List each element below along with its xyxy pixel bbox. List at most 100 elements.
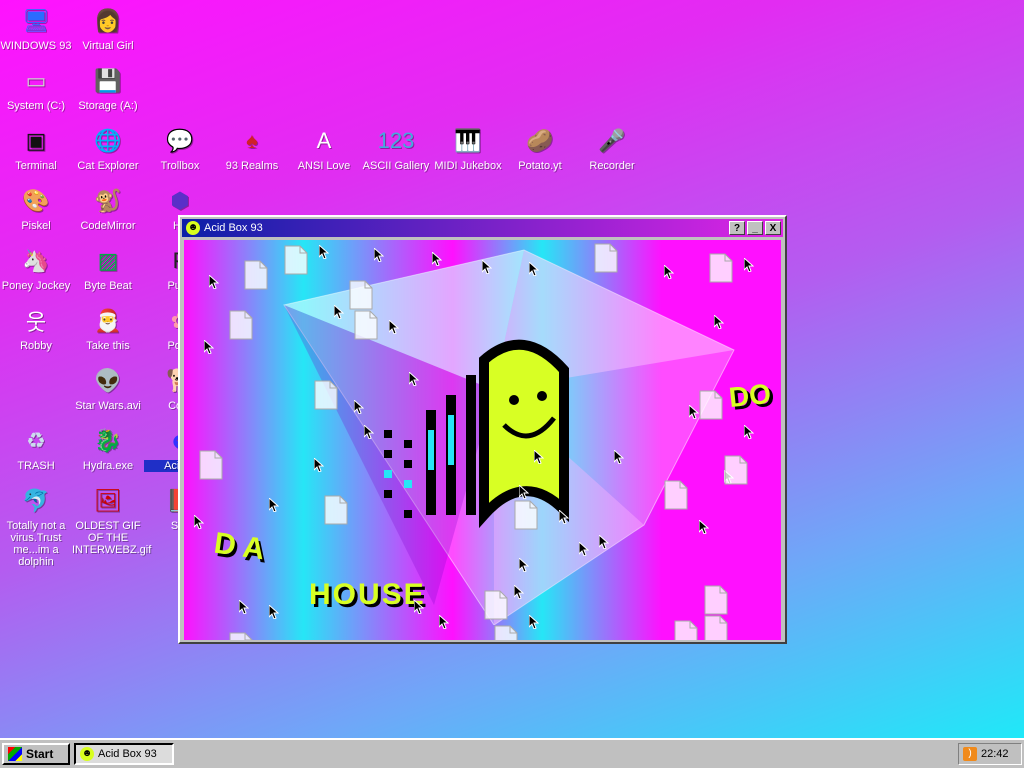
desktop-icon[interactable]: 🎹 MIDI Jukebox (432, 124, 504, 172)
hydra-icon: 🐉 (94, 428, 122, 453)
cursor-icon (432, 252, 442, 266)
taskbar-item-acid-box[interactable]: ☻ Acid Box 93 (74, 743, 174, 765)
windows-flag-logo (384, 339, 569, 529)
desktop-icon[interactable]: ▭ System (C:) (0, 64, 72, 112)
desktop-icon[interactable]: ♠ 93 Realms (216, 124, 288, 172)
cursor-icon (209, 275, 219, 289)
desktop-icon-label: CodeMirror (80, 220, 136, 232)
minimize-button[interactable]: _ (747, 221, 763, 235)
cursor-icon (664, 265, 674, 279)
desktop-icon[interactable]: 🎅 Take this (72, 304, 144, 352)
cursor-icon (239, 600, 249, 614)
cursor-icon (529, 615, 539, 629)
potato-icon: 🥔 (526, 128, 554, 153)
desktop-icon[interactable]: 🌐 Cat Explorer (72, 124, 144, 172)
document-icon (664, 480, 688, 510)
desktop-icon-label: MIDI Jukebox (434, 160, 502, 172)
cursor-icon (519, 558, 529, 572)
cursor-icon (579, 542, 589, 556)
rss-icon[interactable]: ) (963, 747, 977, 761)
desktop-icon[interactable]: 웃 Robby (0, 304, 72, 352)
window-title: Acid Box 93 (204, 222, 263, 234)
desktop-icon[interactable]: A ANSI Love (288, 124, 360, 172)
desktop-icon-label: Storage (A:) (78, 100, 138, 112)
desktop-icon[interactable]: 123 ASCII Gallery (360, 124, 432, 172)
ansi-icon: A (316, 128, 332, 153)
document-icon (704, 615, 728, 640)
dolphin-icon: 🐬 (22, 488, 50, 513)
art-text-do: DO (727, 377, 773, 414)
desktop-icon-label: Byte Beat (84, 280, 132, 292)
desktop-icon[interactable]: ▣ Terminal (0, 124, 72, 172)
desktop-icon-label: Potato.yt (518, 160, 562, 172)
desktop-icon[interactable]: 🥔 Potato.yt (504, 124, 576, 172)
desktop-icon[interactable]: 🎤 Recorder (576, 124, 648, 172)
system-tray: ) 22:42 (958, 743, 1022, 765)
document-icon (724, 455, 748, 485)
acid-box-canvas[interactable]: D A HOUSE DO (184, 240, 781, 640)
document-icon (494, 625, 518, 640)
desktop-icon-label: ASCII Gallery (362, 160, 430, 172)
computer-icon: 🖥 (22, 8, 50, 33)
drive-icon: ▭ (25, 68, 47, 93)
taskbar: Start ☻ Acid Box 93 ) 22:42 (0, 738, 1024, 768)
cursor-icon (374, 248, 384, 262)
document-icon (229, 310, 253, 340)
close-button[interactable]: X (765, 221, 781, 235)
desktop-icon[interactable]: 🎨 Piskel (0, 184, 72, 232)
cursor-icon (269, 605, 279, 619)
desktop-icon-label: Star Wars.avi (75, 400, 141, 412)
desktop-icon[interactable]: 👽 Star Wars.avi (72, 364, 144, 412)
acid-box-window[interactable]: ☻ Acid Box 93 ? _ X D A HOUSE DO (178, 215, 787, 644)
cursor-icon (534, 450, 544, 464)
pony-icon: 🦄 (22, 248, 50, 273)
cursor-icon (699, 520, 709, 534)
chat-icon: 💬 (166, 128, 194, 153)
terminal-icon: ▣ (25, 128, 47, 153)
document-icon (314, 380, 338, 410)
help-button[interactable]: ? (729, 221, 745, 235)
cursor-icon (514, 585, 524, 599)
desktop-icon-label: Robby (20, 340, 52, 352)
piano-icon: 🎹 (454, 128, 482, 153)
document-icon (229, 632, 253, 640)
desktop-icon[interactable]: 🖥 WINDOWS 93 (0, 4, 72, 52)
taskbar-item-label: Acid Box 93 (98, 748, 157, 760)
cursor-icon (389, 320, 399, 334)
desktop-icon-label: Virtual Girl (82, 40, 134, 52)
desktop-icon[interactable]: 🐉 Hydra.exe (72, 424, 144, 472)
desktop-icon[interactable]: 🐬 Totally not a virus.Trust me...im a dol… (0, 484, 72, 568)
desktop-icon-label: OLDEST GIF OF THE INTERWEBZ.gif (72, 520, 152, 556)
desktop-icon[interactable]: ▨ Byte Beat (72, 244, 144, 292)
cursor-icon (439, 615, 449, 629)
desktop-icon-label: WINDOWS 93 (0, 40, 72, 52)
realm-icon: ♠ (246, 128, 258, 153)
desktop-icon[interactable]: 💬 Trollbox (144, 124, 216, 172)
cursor-icon (614, 450, 624, 464)
cursor-icon (204, 340, 214, 354)
cursor-icon (689, 405, 699, 419)
desktop-icon[interactable]: ♻ TRASH (0, 424, 72, 472)
smiley-icon: ☻ (186, 221, 200, 235)
ascii-icon: 123 (377, 128, 415, 153)
desktop-icon-label: 93 Realms (225, 160, 279, 172)
desktop-icon[interactable]: 🦄 Poney Jockey (0, 244, 72, 292)
desktop-icon[interactable]: 🐒 CodeMirror (72, 184, 144, 232)
trash-icon: ♻ (26, 428, 46, 453)
art-text-da: D A (212, 526, 267, 567)
document-icon (704, 585, 728, 615)
desktop-icon[interactable]: 👩 Virtual Girl (72, 4, 144, 52)
window-titlebar[interactable]: ☻ Acid Box 93 ? _ X (182, 219, 783, 237)
desktop-icon-label: Hydra.exe (82, 460, 134, 472)
cursor-icon (519, 485, 529, 499)
cursor-icon (559, 510, 569, 524)
start-button[interactable]: Start (2, 743, 70, 765)
desktop-icon[interactable]: 🖼 OLDEST GIF OF THE INTERWEBZ.gif (72, 484, 152, 556)
cursor-icon (354, 400, 364, 414)
document-icon (284, 245, 308, 275)
globe-icon: 🌐 (94, 128, 122, 153)
desktop-icon-label: Totally not a virus.Trust me...im a dolp… (6, 520, 66, 568)
document-icon (199, 450, 223, 480)
hexagon-icon: ⬢ (170, 188, 190, 213)
desktop-icon[interactable]: 💾 Storage (A:) (72, 64, 144, 112)
